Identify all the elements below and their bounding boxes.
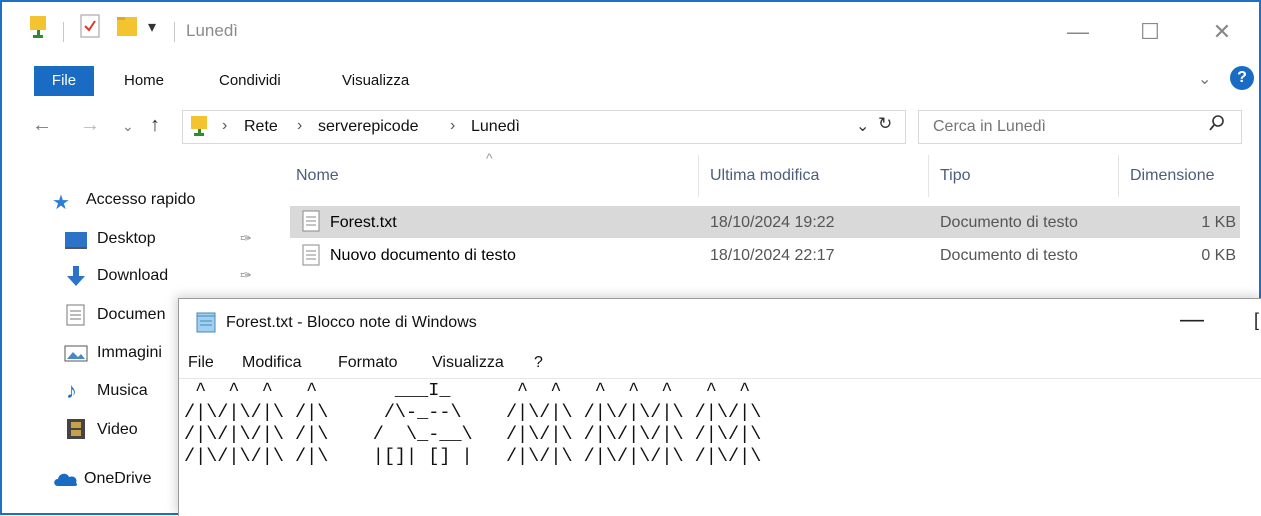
notepad-minimize-button[interactable]: —: [1180, 306, 1204, 334]
expand-ribbon-icon[interactable]: ⌄: [1198, 69, 1211, 89]
tab-view[interactable]: Visualizza: [342, 72, 409, 89]
menu-divider: [179, 378, 1261, 379]
file-type: Documento di testo: [940, 214, 1078, 231]
search-icon[interactable]: [1208, 114, 1226, 139]
forward-button[interactable]: →: [80, 114, 100, 137]
notepad-title: Forest.txt - Blocco note di Windows: [226, 314, 477, 331]
properties-icon[interactable]: [28, 14, 50, 45]
nav-item-documents[interactable]: Documen: [97, 306, 165, 324]
minimize-button[interactable]: —: [1058, 14, 1098, 50]
column-separator[interactable]: [928, 155, 929, 197]
onedrive-icon: [52, 470, 80, 493]
column-separator[interactable]: [698, 155, 699, 197]
breadcrumb-lunedi[interactable]: Lunedì: [471, 118, 520, 136]
pictures-icon: [64, 344, 88, 369]
new-folder-icon[interactable]: [116, 14, 138, 43]
tab-home[interactable]: Home: [124, 72, 164, 89]
refresh-icon[interactable]: ↻: [878, 114, 892, 134]
text-file-icon: [302, 244, 320, 271]
file-size: 0 KB: [1201, 247, 1236, 264]
nav-item-music[interactable]: Musica: [97, 382, 148, 400]
window-title: Lunedì: [186, 21, 238, 40]
maximize-button[interactable]: ☐: [1130, 14, 1170, 50]
column-header-size[interactable]: Dimensione: [1130, 167, 1214, 185]
address-bar[interactable]: [182, 110, 906, 144]
breadcrumb-separator: ›: [450, 117, 456, 134]
file-type: Documento di testo: [940, 247, 1078, 264]
text-file-icon: [302, 210, 320, 237]
column-header-type[interactable]: Tipo: [940, 167, 971, 185]
nav-onedrive[interactable]: OneDrive: [84, 470, 152, 488]
video-icon: [66, 418, 86, 445]
nav-item-desktop[interactable]: Desktop: [97, 230, 156, 248]
file-name[interactable]: Nuovo documento di testo: [330, 247, 516, 265]
checkmark-document-icon[interactable]: [80, 14, 100, 43]
file-size: 1 KB: [1201, 214, 1236, 231]
breadcrumb-rete[interactable]: Rete: [244, 118, 278, 136]
address-dropdown-icon[interactable]: ⌄: [856, 116, 869, 136]
toolbar-separator: [174, 22, 175, 42]
ribbon: [0, 64, 1257, 96]
sort-ascending-icon: ^: [486, 150, 493, 166]
help-icon[interactable]: ?: [1230, 66, 1254, 90]
column-header-modified[interactable]: Ultima modifica: [710, 167, 819, 185]
nav-item-download[interactable]: Download: [97, 267, 168, 285]
back-button[interactable]: ←: [32, 114, 52, 137]
menu-view[interactable]: Visualizza: [432, 354, 504, 372]
nav-quick-access[interactable]: Accesso rapido: [86, 191, 195, 209]
notepad-icon: [194, 310, 218, 339]
nav-item-video[interactable]: Video: [97, 421, 138, 439]
tab-share[interactable]: Condividi: [219, 72, 281, 89]
network-folder-icon: [190, 114, 210, 143]
file-modified: 18/10/2024 22:17: [710, 247, 835, 264]
notepad-maximize-button[interactable]: [: [1254, 310, 1259, 331]
music-icon: ♪: [66, 378, 77, 403]
file-modified: 18/10/2024 19:22: [710, 214, 835, 231]
recent-locations-button[interactable]: ⌄: [122, 118, 134, 135]
menu-file[interactable]: File: [188, 354, 214, 372]
documents-icon: [66, 304, 86, 331]
column-header-name[interactable]: Nome: [296, 167, 339, 185]
tab-file[interactable]: File: [34, 66, 94, 96]
breadcrumb-separator: ›: [297, 117, 303, 134]
menu-edit[interactable]: Modifica: [242, 354, 302, 372]
breadcrumb-serverepicode[interactable]: serverepicode: [318, 118, 419, 136]
pin-icon[interactable]: ✑: [240, 230, 252, 247]
search-input[interactable]: [933, 118, 1183, 136]
breadcrumb-separator: ›: [222, 117, 228, 134]
nav-item-pictures[interactable]: Immagini: [97, 344, 162, 362]
menu-format[interactable]: Formato: [338, 354, 398, 372]
notepad-text-area[interactable]: ^ ^ ^ ^ ___I_ ^ ^ ^ ^ ^ ^ ^ /|\/|\/|\ /|…: [184, 380, 761, 468]
close-button[interactable]: ✕: [1202, 14, 1242, 50]
toolbar-separator: [63, 22, 64, 42]
download-icon: [64, 264, 88, 293]
pin-icon[interactable]: ✑: [240, 267, 252, 284]
star-icon: ★: [52, 192, 70, 214]
menu-help[interactable]: ?: [534, 354, 543, 372]
file-name[interactable]: Forest.txt: [330, 214, 397, 232]
desktop-icon: [64, 230, 88, 255]
customize-toolbar-icon[interactable]: ▾: [148, 17, 156, 37]
up-button[interactable]: ↑: [150, 114, 160, 137]
column-separator[interactable]: [1118, 155, 1119, 197]
